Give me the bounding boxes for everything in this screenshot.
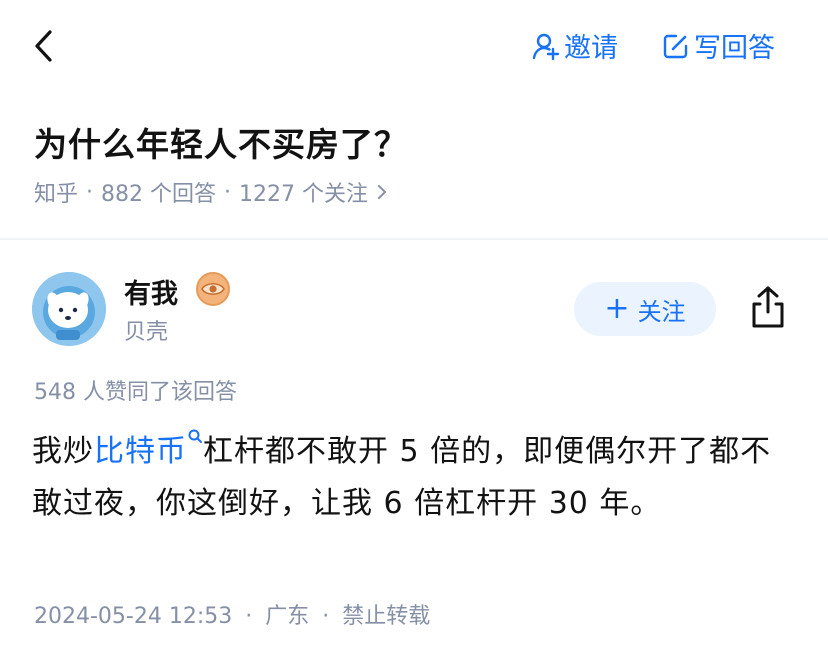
eye-badge-icon[interactable] xyxy=(196,272,230,306)
meta-separator: · xyxy=(245,604,253,629)
write-answer-button[interactable]: 写回答 xyxy=(662,26,775,65)
plus-icon: + xyxy=(604,291,630,326)
meta-separator: · xyxy=(86,179,94,205)
question-title[interactable]: 为什么年轻人不买房了？ xyxy=(34,118,408,166)
answer-content[interactable]: 我炒比特币 杠杆都不敢开 5 倍的，即便偶尔开了都不敢过夜，你这倒好，让我 6 倍… xyxy=(32,426,792,530)
invite-label: 邀请 xyxy=(564,33,618,64)
meta-separator: · xyxy=(322,604,330,629)
copyright-notice: 禁止转载 xyxy=(342,604,431,629)
author-name[interactable]: 有我 xyxy=(124,272,178,311)
author-description: 贝壳 xyxy=(124,320,169,345)
question-source: 知乎 xyxy=(34,182,79,207)
answers-count: 882 个回答 xyxy=(101,182,217,207)
share-icon xyxy=(752,286,784,328)
chevron-right-icon xyxy=(378,185,386,199)
divider xyxy=(0,238,828,240)
back-button[interactable] xyxy=(26,26,66,66)
search-icon[interactable] xyxy=(187,428,203,458)
astronaut-dog-avatar-icon xyxy=(32,272,106,346)
follow-label: 关注 xyxy=(637,297,686,326)
answer-meta: 2024-05-24 12:53 · 广东 · 禁止转载 xyxy=(34,598,430,630)
invite-button[interactable]: 邀请 xyxy=(532,26,618,65)
write-answer-label: 写回答 xyxy=(694,33,775,64)
answer-date: 2024-05-24 12:53 xyxy=(34,604,233,629)
bitcoin-search-link[interactable]: 比特币 xyxy=(94,434,187,469)
meta-separator: · xyxy=(224,179,232,205)
follow-button[interactable]: + 关注 xyxy=(574,282,716,336)
answer-location: 广东 xyxy=(265,604,310,629)
share-button[interactable] xyxy=(746,284,790,332)
question-meta[interactable]: 知乎 · 882 个回答 · 1227 个关注 xyxy=(34,176,388,208)
votes-count: 548 人赞同了该回答 xyxy=(34,380,237,405)
followers-count: 1227 个关注 xyxy=(239,182,368,207)
chevron-left-icon xyxy=(35,30,52,62)
answer-text-start: 我炒 xyxy=(32,434,94,469)
person-add-icon xyxy=(532,33,560,60)
edit-icon xyxy=(663,34,688,58)
avatar[interactable] xyxy=(32,272,106,346)
